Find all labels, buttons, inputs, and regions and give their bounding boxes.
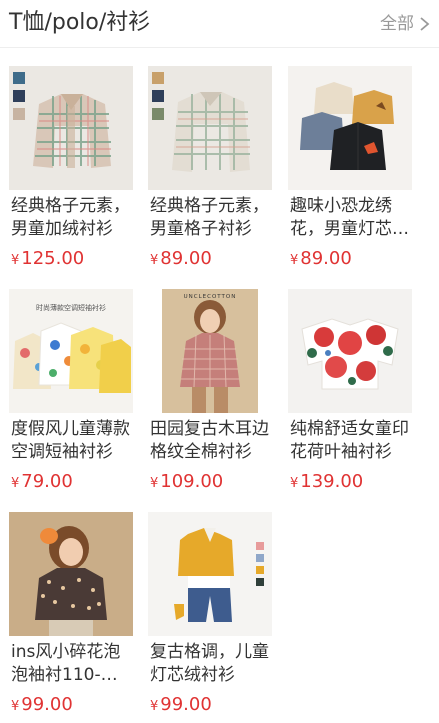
price-value: 89.00 — [160, 248, 212, 269]
product-name[interactable]: 经典格子元素，男童格子衬衫 — [150, 195, 272, 241]
product-price: ¥79.00 — [11, 470, 73, 496]
product-name[interactable]: 趣味小恐龙绣花，男童灯芯绒衬衫 — [290, 195, 412, 241]
currency-symbol: ¥ — [290, 253, 299, 268]
currency-symbol: ¥ — [150, 476, 159, 491]
product-price: ¥109.00 — [150, 470, 223, 496]
product-image[interactable]: UNCLECOTTON — [148, 289, 272, 413]
currency-symbol: ¥ — [150, 699, 159, 714]
product-price: ¥99.00 — [150, 693, 212, 719]
price-value: 125.00 — [21, 248, 85, 269]
image-caption: UNCLECOTTON — [184, 294, 237, 300]
product-image[interactable] — [9, 66, 133, 190]
price-value: 89.00 — [300, 248, 352, 269]
product-name[interactable]: 复古格调，儿童灯芯绒衬衫 — [150, 641, 272, 687]
product-image[interactable] — [148, 512, 272, 636]
product-name[interactable]: 度假风儿童薄款空调短袖衬衫 — [11, 418, 133, 464]
product-name[interactable]: 田园复古木耳边格纹全棉衬衫 — [150, 418, 272, 464]
product-grid: 经典格子元素，男童加绒衬衫 ¥125.00 经典格子元素，男童格子衬衫 ¥ 89… — [0, 0, 439, 723]
price-value: 99.00 — [21, 694, 73, 715]
currency-symbol: ¥ — [150, 253, 159, 268]
product-price: ¥99.00 — [11, 693, 73, 719]
product-price: ¥139.00 — [290, 470, 363, 496]
currency-symbol: ¥ — [11, 253, 20, 268]
image-caption: 时尚薄款空调短袖衬衫 — [36, 303, 106, 312]
product-price: ¥89.00 — [290, 247, 352, 273]
product-image[interactable] — [9, 512, 133, 636]
product-name[interactable]: 纯棉舒适女童印花荷叶袖衬衫 — [290, 418, 412, 464]
currency-symbol: ¥ — [290, 476, 299, 491]
product-image[interactable]: 时尚薄款空调短袖衬衫 — [9, 289, 133, 413]
product-image[interactable] — [288, 66, 412, 190]
price-value: 109.00 — [160, 471, 224, 492]
price-value: 99.00 — [160, 694, 212, 715]
price-value: 79.00 — [21, 471, 73, 492]
product-name[interactable]: 经典格子元素，男童加绒衬衫 — [11, 195, 133, 241]
product-price: ¥89.00 — [150, 247, 212, 273]
currency-symbol: ¥ — [11, 476, 20, 491]
currency-symbol: ¥ — [11, 699, 20, 714]
product-image[interactable] — [148, 66, 272, 190]
product-name[interactable]: ins风小碎花泡泡袖衬110-150 — [11, 641, 133, 687]
product-image[interactable] — [288, 289, 412, 413]
product-price: ¥125.00 — [11, 247, 84, 273]
price-value: 139.00 — [300, 471, 364, 492]
